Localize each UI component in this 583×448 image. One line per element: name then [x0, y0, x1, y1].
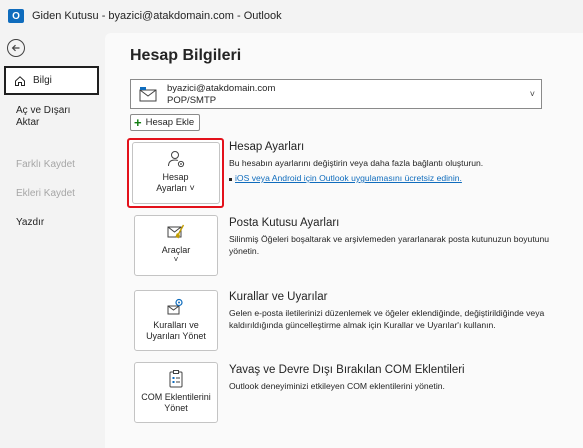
mail-account-icon	[139, 87, 157, 102]
section-title-com-addins: Yavaş ve Devre Dışı Bırakılan COM Eklent…	[229, 364, 465, 376]
section-title-mailbox-settings: Posta Kutusu Ayarları	[229, 217, 340, 229]
chevron-down-icon: ˅	[529, 89, 535, 99]
person-gear-icon	[167, 151, 184, 168]
account-email: byazici@atakdomain.com	[167, 83, 276, 94]
account-selector[interactable]: byazici@atakdomain.com POP/SMTP ˅	[130, 79, 542, 109]
sidebar-item-save-as: Farklı Kaydet	[16, 159, 75, 170]
back-arrow-icon	[11, 44, 20, 52]
manage-rules-label: Kuralları ve Uyarıları Yönet	[146, 320, 206, 341]
section-title-rules-alerts: Kurallar ve Uyarılar	[229, 291, 328, 303]
envelope-gear-icon	[167, 298, 183, 315]
sidebar-item-open-export[interactable]: Aç ve Dışarı Aktar	[4, 105, 99, 129]
bullet-icon	[229, 178, 232, 181]
section-title-account-settings: Hesap Ayarları	[229, 141, 305, 153]
title-bar: O Giden Kutusu - byazici@atakdomain.com …	[0, 0, 583, 33]
add-account-button[interactable]: + Hesap Ekle	[130, 114, 200, 131]
add-account-label: Hesap Ekle	[145, 117, 195, 128]
tools-button[interactable]: Araçlar ˅	[134, 215, 218, 276]
account-settings-label: Hesap Ayarları ˅	[156, 172, 195, 193]
account-settings-tile-highlight: Hesap Ayarları ˅	[127, 138, 224, 208]
section-desc-com-addins: Outlook deneyiminizi etkileyen COM eklen…	[229, 381, 445, 391]
manage-rules-button[interactable]: Kuralları ve Uyarıları Yönet	[134, 290, 218, 351]
mobile-app-link[interactable]: iOS veya Android için Outlook uygulaması…	[235, 173, 462, 183]
section-desc-mailbox-settings: Silinmiş Öğeleri boşaltarak ve arşivleme…	[229, 234, 550, 256]
sidebar-item-info[interactable]: Bilgi	[4, 66, 99, 95]
account-type: POP/SMTP	[167, 95, 217, 106]
window-title: Giden Kutusu - byazici@atakdomain.com - …	[32, 10, 282, 22]
home-icon	[15, 75, 25, 86]
chevron-down-icon: ˅	[173, 255, 179, 264]
sidebar-item-save-attachments: Ekleri Kaydet	[16, 188, 75, 199]
page-title: Hesap Bilgileri	[130, 47, 242, 64]
back-button[interactable]	[7, 39, 25, 57]
manage-com-addins-label: COM Eklentilerini Yönet	[141, 392, 211, 413]
section-desc-account-settings: Bu hesabın ayarlarını değiştirin veya da…	[229, 158, 484, 168]
account-settings-button[interactable]: Hesap Ayarları ˅	[131, 142, 220, 204]
outlook-logo-icon: O	[8, 9, 24, 23]
plus-icon: +	[134, 115, 142, 130]
sidebar-item-print[interactable]: Yazdır	[4, 217, 99, 228]
clipboard-icon	[169, 370, 183, 388]
manage-com-addins-button[interactable]: COM Eklentilerini Yönet	[134, 362, 218, 423]
backstage-sidebar: Bilgi Aç ve Dışarı Aktar Farklı Kaydet E…	[0, 33, 105, 448]
mailbox-broom-icon	[167, 224, 185, 239]
main-panel: Hesap Bilgileri byazici@atakdomain.com P…	[105, 33, 583, 448]
sidebar-item-label: Bilgi	[33, 75, 52, 86]
section-desc-rules-alerts: Gelen e-posta iletilerinizi düzenlemek v…	[229, 308, 545, 330]
